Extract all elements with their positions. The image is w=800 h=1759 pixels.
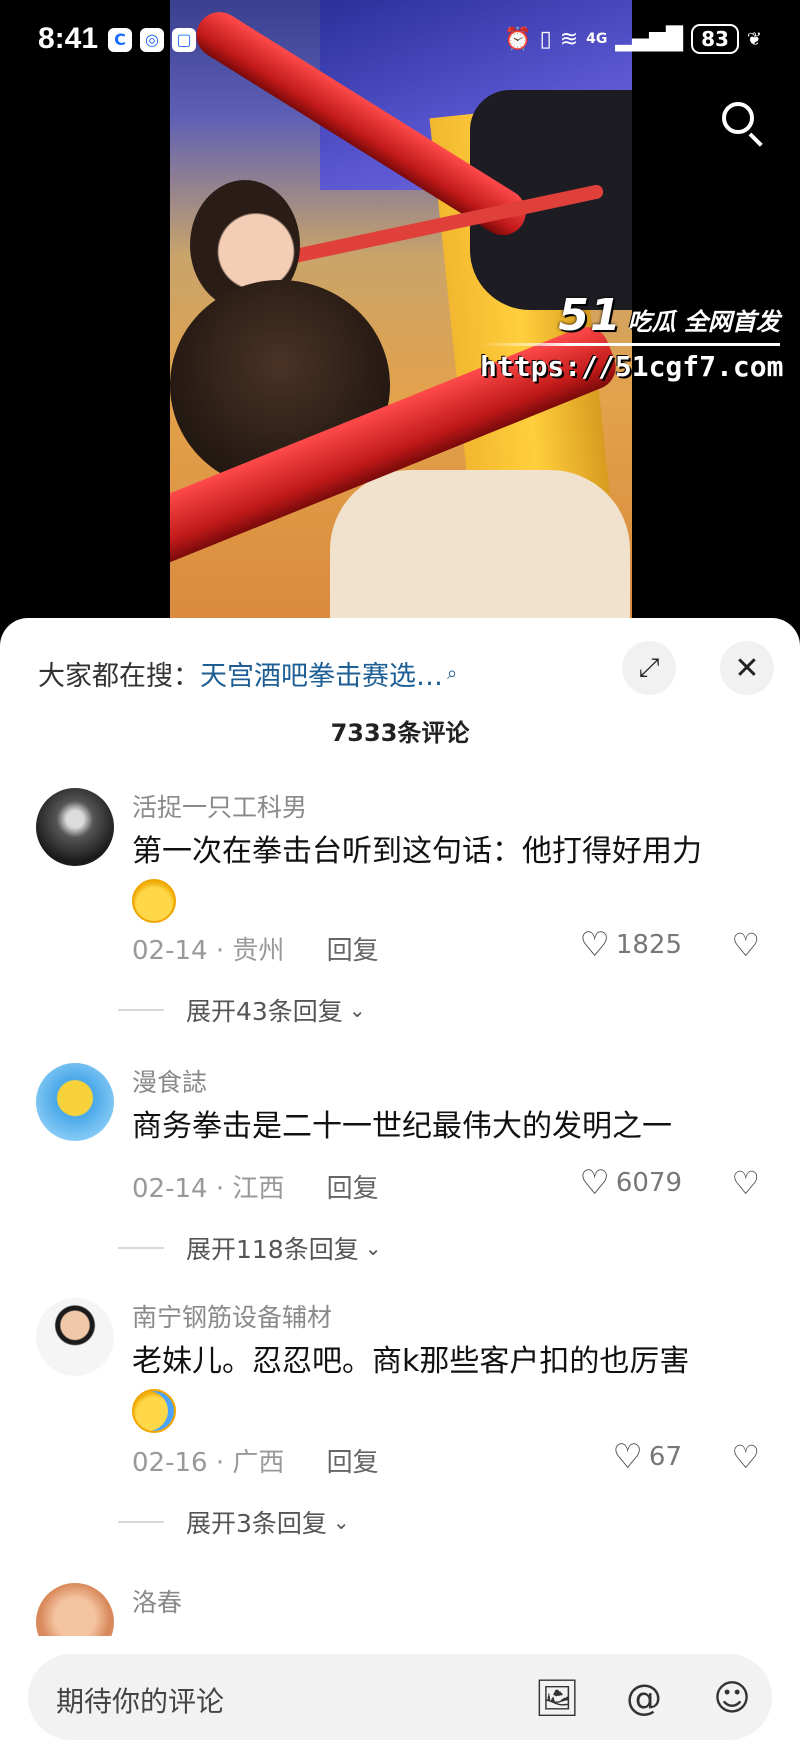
comment-username[interactable]: 活捉一只工科男 (132, 788, 307, 824)
expand-replies-label: 展开118条回复 (186, 1235, 359, 1264)
cellular-signal-icon: 4G (586, 31, 608, 47)
comment-location: 江西 (232, 1174, 285, 1204)
heart-icon: ♡ (612, 1437, 643, 1477)
expand-replies-label: 展开3条回复 (186, 1509, 327, 1538)
trending-search-link[interactable]: 天宫酒吧拳击赛选… (200, 654, 443, 693)
app-notification-icon: ▢ (172, 28, 196, 52)
status-time: 8:41 (38, 22, 99, 55)
like-count: 1825 (615, 930, 682, 960)
video-player[interactable]: 51 吃瓜 全网首发 https://51cgf7.com (0, 0, 800, 640)
broken-heart-icon: ♡ (731, 1438, 760, 1476)
expand-replies-divider (118, 1521, 164, 1523)
comment-date: 02-16 (132, 1448, 208, 1478)
trending-search-row[interactable]: 大家都在搜： 天宫酒吧拳击赛选… ⌕ (38, 648, 457, 698)
dislike-button[interactable]: ♡ (731, 926, 760, 964)
trending-search-label: 大家都在搜： (38, 660, 200, 692)
dislike-button[interactable]: ♡ (731, 1164, 760, 1202)
comment-text-body: 第一次在拳击台听到这句话：他打得好用力 (132, 834, 702, 869)
avatar[interactable] (36, 1063, 114, 1141)
comment-meta: 02-14 · 江西 回复 (132, 1174, 379, 1204)
comment-username[interactable]: 漫食誌 (132, 1063, 207, 1099)
comment-username[interactable]: 洛春 (132, 1583, 182, 1619)
comment-meta: 02-16 · 广西 回复 (132, 1448, 379, 1478)
comment-count-title: 7333条评论 (330, 719, 470, 747)
close-sheet-button[interactable]: ✕ (720, 641, 774, 695)
vibrate-icon: ▯ (539, 26, 552, 52)
watermark-url: https://51cgf7.com (480, 350, 784, 383)
comment-text-body: 商务拳击是二十一世纪最伟大的发明之一 (132, 1109, 672, 1144)
watermark-logo: 51 (558, 290, 622, 341)
comment-input-placeholder: 期待你的评论 (56, 1685, 225, 1718)
chevron-down-icon: ⌄ (364, 1236, 382, 1260)
chevron-down-icon: ⌄ (332, 1510, 350, 1534)
status-bar: 8:41 C ◎ ▢ ⏰ ▯ ≋ 4G ▂▄▆█ 83 ❦ (0, 0, 800, 80)
video-watermark: 51 吃瓜 全网首发 https://51cgf7.com (480, 290, 784, 390)
chevron-down-icon: ⌄ (348, 998, 366, 1022)
close-icon: ✕ (734, 650, 760, 686)
expand-replies-label: 展开43条回复 (186, 997, 343, 1026)
comment-text: 第一次在拳击台听到这句话：他打得好用力 (132, 828, 772, 924)
expand-replies-divider (118, 1247, 164, 1249)
signal-bars-icon: ▂▄▆█ (615, 26, 684, 52)
heart-icon: ♡ (579, 1163, 610, 1203)
expand-replies-button[interactable]: 展开43条回复 ⌄ (118, 992, 366, 1028)
leaf-icon: ❦ (746, 28, 762, 50)
expand-sheet-button[interactable]: ⤢ (622, 641, 676, 695)
search-dot-icon: ⌕ (447, 662, 458, 684)
like-button[interactable]: ♡ 1825 (579, 928, 682, 962)
expand-icon: ⤢ (638, 652, 660, 683)
like-button[interactable]: ♡ 67 (612, 1440, 682, 1474)
comment-input[interactable]: 期待你的评论 🖼 @ ☺ (28, 1654, 772, 1740)
app-notification-icon: C (108, 28, 132, 52)
expand-replies-button[interactable]: 展开118条回复 ⌄ (118, 1230, 381, 1266)
reply-button[interactable]: 回复 (327, 1448, 379, 1478)
reply-button[interactable]: 回复 (327, 1174, 379, 1204)
alarm-icon: ⏰ (504, 26, 532, 52)
like-button[interactable]: ♡ 6079 (579, 1166, 682, 1200)
search-icon (722, 102, 754, 134)
status-indicators: ⏰ ▯ ≋ 4G ▂▄▆█ 83 ❦ (504, 24, 762, 54)
avatar[interactable] (36, 1298, 114, 1376)
heart-icon: ♡ (579, 925, 610, 965)
comment-location: 贵州 (232, 936, 285, 966)
broken-heart-icon: ♡ (731, 926, 760, 964)
comment-text: 老妹儿。忍忍吧。商k那些客户扣的也厉害 (132, 1338, 772, 1434)
emoji-icon[interactable]: ☺ (708, 1674, 756, 1722)
at-icon[interactable]: @ (620, 1674, 668, 1722)
expand-replies-button[interactable]: 展开3条回复 ⌄ (118, 1504, 350, 1540)
watermark-tag: 吃瓜 全网首发 (627, 308, 780, 336)
broken-heart-icon: ♡ (731, 1164, 760, 1202)
comment-date: 02-14 (132, 1174, 208, 1204)
wifi-icon: ≋ (559, 26, 579, 52)
comment-location: 广西 (232, 1448, 285, 1478)
like-count: 6079 (615, 1168, 682, 1198)
app-notification-icon: ◎ (140, 28, 164, 52)
happy-emoji-icon (132, 878, 176, 923)
watermark-divider (480, 343, 780, 346)
search-button[interactable] (710, 92, 770, 152)
expand-replies-divider (118, 1009, 164, 1011)
video-person-shirt (330, 470, 630, 640)
image-icon[interactable]: 🖼 (533, 1674, 581, 1722)
comment-meta: 02-14 · 贵州 回复 (132, 936, 379, 966)
search-icon-handle (748, 132, 763, 147)
comment-username[interactable]: 南宁钢筋设备辅材 (132, 1298, 332, 1334)
like-count: 67 (648, 1442, 682, 1472)
comment-input-bar: 期待你的评论 🖼 @ ☺ (0, 1636, 800, 1759)
comments-sheet: 大家都在搜： 天宫酒吧拳击赛选… ⌕ ⤢ ✕ 7333条评论 活捉一只工科男 第… (0, 618, 800, 1759)
dislike-button[interactable]: ♡ (731, 1438, 760, 1476)
crying-emoji-icon (132, 1388, 176, 1433)
reply-button[interactable]: 回复 (327, 936, 379, 966)
avatar[interactable] (36, 788, 114, 866)
comment-text: 商务拳击是二十一世纪最伟大的发明之一 (132, 1103, 772, 1151)
comment-date: 02-14 (132, 936, 208, 966)
battery-level: 83 (691, 24, 739, 54)
comment-text-body: 老妹儿。忍忍吧。商k那些客户扣的也厉害 (132, 1344, 690, 1379)
